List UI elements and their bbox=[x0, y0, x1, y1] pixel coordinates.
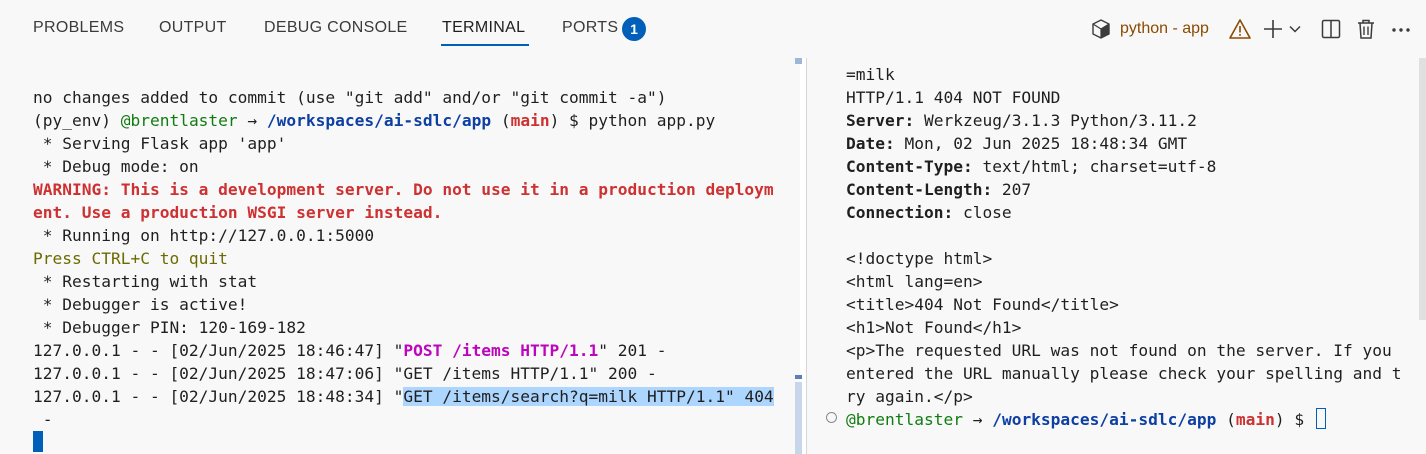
header-line: Connection: close bbox=[846, 201, 1012, 224]
log-line: 127.0.0.1 - - [02/Jun/2025 18:48:34] "GE… bbox=[33, 385, 774, 408]
log-line: 127.0.0.1 - - [02/Jun/2025 18:47:06] "GE… bbox=[33, 364, 657, 383]
chevron-down-icon[interactable] bbox=[1288, 22, 1302, 48]
post-request: POST /items HTTP/1.1 bbox=[403, 341, 599, 360]
prompt-branch: main bbox=[510, 111, 550, 130]
header-value: close bbox=[953, 203, 1012, 222]
panel-tab-bar: PROBLEMS OUTPUT DEBUG CONSOLE TERMINAL P… bbox=[0, 0, 1426, 58]
venv-label: (py_env) bbox=[33, 111, 121, 130]
header-key: Date: bbox=[846, 134, 895, 153]
header-line: Server: Werkzeug/3.1.3 Python/3.11.2 bbox=[846, 109, 1197, 132]
terminal-cursor bbox=[33, 431, 43, 452]
prompt-arrow: → bbox=[237, 111, 267, 130]
warning-icon[interactable] bbox=[1228, 18, 1254, 44]
terminal-line: Press CTRL+C to quit bbox=[33, 249, 228, 268]
terminal-line: no changes added to commit (use "git add… bbox=[33, 88, 667, 107]
scrollbar-marker bbox=[795, 58, 802, 64]
terminal-line: * Debug mode: on bbox=[33, 157, 199, 176]
active-tab-indicator bbox=[441, 44, 529, 46]
header-line: Content-Type: text/html; charset=utf-8 bbox=[846, 155, 1216, 178]
terminal-icon[interactable] bbox=[1090, 18, 1116, 44]
prompt-paren: ( bbox=[491, 111, 511, 130]
tab-problems[interactable]: PROBLEMS bbox=[33, 19, 124, 37]
terminal-line: HTTP/1.1 404 NOT FOUND bbox=[846, 88, 1061, 107]
ellipsis-icon[interactable] bbox=[1390, 18, 1416, 44]
prompt-symbol: ) $ bbox=[1274, 410, 1314, 429]
prompt-paren: ( bbox=[1216, 410, 1236, 429]
terminal-line: - bbox=[33, 410, 53, 429]
prompt-path: /workspaces/ai-sdlc/app bbox=[992, 410, 1217, 429]
prompt-arrow: → bbox=[962, 410, 993, 429]
warning-line: ent. Use a production WSGI server instea… bbox=[33, 203, 443, 222]
prompt-path: /workspaces/ai-sdlc/app bbox=[266, 111, 492, 130]
header-key: Connection: bbox=[846, 203, 954, 222]
log-suffix: " 201 - bbox=[598, 341, 667, 360]
tab-output[interactable]: OUTPUT bbox=[159, 19, 227, 37]
trash-icon[interactable] bbox=[1355, 18, 1381, 44]
header-value: Werkzeug/3.1.3 Python/3.11.2 bbox=[914, 111, 1197, 130]
prompt-command: ) $ python app.py bbox=[549, 111, 716, 130]
scrollbar-right[interactable] bbox=[1419, 58, 1426, 320]
prompt-user: @brentlaster bbox=[120, 111, 238, 130]
terminal-line: ry again.</p> bbox=[846, 387, 973, 406]
header-key: Server: bbox=[846, 111, 915, 130]
header-line: Content-Length: 207 bbox=[846, 178, 1031, 201]
prompt-branch: main bbox=[1235, 410, 1275, 429]
tab-ports[interactable]: PORTS bbox=[562, 19, 618, 37]
terminal-line: * Restarting with stat bbox=[33, 272, 258, 291]
terminal-prompt-line: (py_env) @brentlaster → /workspaces/ai-s… bbox=[33, 109, 715, 132]
header-key: Content-Length: bbox=[846, 180, 993, 199]
tab-debug-console[interactable]: DEBUG CONSOLE bbox=[264, 19, 408, 37]
terminal-pane-right[interactable]: =milk HTTP/1.1 404 NOT FOUND Server: Wer… bbox=[807, 58, 1426, 454]
plus-icon[interactable] bbox=[1262, 18, 1288, 44]
header-value: Mon, 02 Jun 2025 18:48:34 GMT bbox=[894, 134, 1188, 153]
warning-line: WARNING: This is a development server. D… bbox=[33, 180, 774, 199]
header-key: Content-Type: bbox=[846, 157, 973, 176]
log-prefix: 127.0.0.1 - - [02/Jun/2025 18:46:47] " bbox=[33, 341, 404, 360]
terminal-pane-left[interactable]: no changes added to commit (use "git add… bbox=[0, 58, 800, 454]
terminal-line: <h1>Not Found</h1> bbox=[846, 318, 1022, 337]
prompt-user: @brentlaster bbox=[846, 410, 963, 429]
terminal-line: <title>404 Not Found</title> bbox=[846, 295, 1119, 314]
terminal-line: * Serving Flask app 'app' bbox=[33, 134, 287, 153]
terminal-cursor bbox=[1315, 408, 1326, 429]
command-decoration-icon[interactable] bbox=[826, 412, 837, 423]
terminal-line: <!doctype html> bbox=[846, 249, 993, 268]
terminal-line: * Debugger is active! bbox=[33, 295, 248, 314]
terminal-line: <p>The requested URL was not found on th… bbox=[846, 341, 1392, 360]
terminal-line: * Debugger PIN: 120-169-182 bbox=[33, 318, 306, 337]
tab-terminal[interactable]: TERMINAL bbox=[442, 19, 525, 37]
terminal-line: <html lang=en> bbox=[846, 272, 983, 291]
split-icon[interactable] bbox=[1320, 18, 1346, 44]
terminal-line: * Running on http://127.0.0.1:5000 bbox=[33, 226, 375, 245]
terminal-name[interactable]: python - app bbox=[1120, 20, 1209, 38]
ports-count-badge: 1 bbox=[622, 17, 646, 41]
log-line: 127.0.0.1 - - [02/Jun/2025 18:46:47] "PO… bbox=[33, 339, 667, 362]
terminal-line: entered the URL manually please check yo… bbox=[846, 364, 1402, 383]
scrollbar-left[interactable] bbox=[795, 382, 802, 454]
terminal-prompt-line: @brentlaster → /workspaces/ai-sdlc/app (… bbox=[846, 408, 1326, 431]
header-value: text/html; charset=utf-8 bbox=[972, 157, 1217, 176]
terminal-line: =milk bbox=[846, 65, 895, 84]
log-prefix: 127.0.0.1 - - [02/Jun/2025 18:48:34] " bbox=[33, 387, 404, 406]
header-value: 207 bbox=[992, 180, 1032, 199]
scrollbar-marker bbox=[795, 375, 802, 379]
selected-text: GET /items/search?q=milk HTTP/1.1" 404 bbox=[403, 387, 774, 406]
header-line: Date: Mon, 02 Jun 2025 18:48:34 GMT bbox=[846, 132, 1187, 155]
